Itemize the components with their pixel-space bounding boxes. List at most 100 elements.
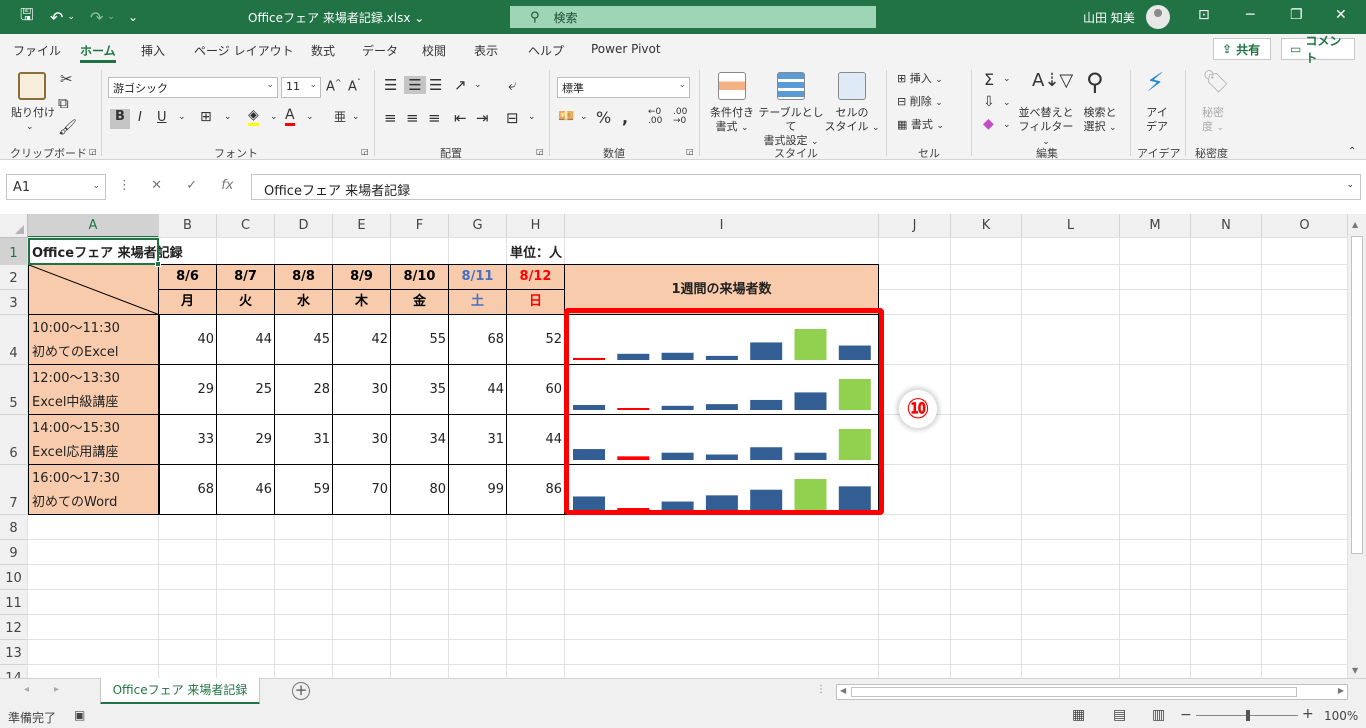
collapse-ribbon-icon[interactable]: ⌃ bbox=[1348, 146, 1356, 157]
macro-record-icon[interactable]: ▣ bbox=[74, 708, 85, 722]
normal-view-icon[interactable]: ▦ bbox=[1072, 707, 1085, 723]
expand-formula-icon[interactable]: ⌄ bbox=[1346, 180, 1354, 190]
search-box[interactable]: ⚲ 検索 bbox=[510, 6, 876, 28]
date-header[interactable]: 8/9 bbox=[332, 264, 391, 290]
tab-formulas[interactable]: 数式 bbox=[311, 42, 335, 59]
align-top-icon[interactable]: ☰ bbox=[384, 76, 397, 94]
row-header-14[interactable]: 14 bbox=[0, 665, 28, 678]
align-left-icon[interactable]: ≡ bbox=[384, 109, 397, 127]
shrink-font-icon[interactable]: Aˇ bbox=[348, 78, 361, 94]
data-cell[interactable]: 60 bbox=[506, 364, 565, 415]
delete-cells-button[interactable]: ⊟ 削除 ⌄ bbox=[897, 95, 943, 110]
row-header-9[interactable]: 9 bbox=[0, 540, 28, 565]
enter-icon[interactable]: ✓ bbox=[186, 178, 197, 193]
zoom-level[interactable]: 100% bbox=[1324, 709, 1358, 723]
horizontal-scrollbar[interactable]: ◀ ▶ bbox=[836, 684, 1348, 700]
insert-cells-button[interactable]: ⊞ 挿入 ⌄ bbox=[897, 72, 943, 87]
merge-center-icon[interactable]: ⊟ bbox=[506, 109, 519, 127]
sort-filter-icon[interactable]: A⇣▽ bbox=[1032, 70, 1073, 91]
data-cell[interactable]: 34 bbox=[390, 414, 449, 465]
name-box[interactable]: A1 ⌄ bbox=[6, 174, 106, 200]
formula-input[interactable]: Officeフェア 来場者記録 ⌄ bbox=[251, 174, 1361, 200]
row-header-11[interactable]: 11 bbox=[0, 590, 28, 615]
zoom-out-icon[interactable]: − bbox=[1180, 707, 1192, 723]
weekday-header[interactable]: 水 bbox=[274, 289, 333, 315]
data-cell[interactable]: 46 bbox=[216, 464, 275, 515]
data-cell[interactable]: 28 bbox=[274, 364, 333, 415]
cell-styles-button[interactable]: セルの スタイル ⌄ bbox=[824, 106, 880, 135]
data-cell[interactable]: 59 bbox=[274, 464, 333, 515]
align-right-icon[interactable]: ≡ bbox=[428, 109, 441, 127]
data-cell[interactable]: 30 bbox=[332, 364, 391, 415]
format-as-table-icon[interactable] bbox=[777, 72, 805, 100]
data-cell[interactable]: 55 bbox=[390, 314, 449, 365]
date-header[interactable]: 8/7 bbox=[216, 264, 275, 290]
column-header-h[interactable]: H bbox=[507, 214, 565, 238]
increase-decimal-icon[interactable]: ←0.00 bbox=[648, 108, 662, 126]
insert-function-icon[interactable]: fx bbox=[221, 178, 233, 193]
cancel-icon[interactable]: ✕ bbox=[151, 178, 162, 193]
row-header-4[interactable]: 4 bbox=[0, 315, 28, 365]
tab-power-pivot[interactable]: Power Pivot bbox=[591, 42, 661, 56]
date-header[interactable]: 8/6 bbox=[158, 264, 217, 290]
dialog-launcher-icon[interactable]: ◲ bbox=[89, 147, 97, 156]
share-button[interactable]: ⇪ 共有 bbox=[1213, 38, 1271, 60]
clear-icon[interactable]: ◆ bbox=[983, 116, 994, 132]
clear-dropdown-icon[interactable]: ⌄ bbox=[1003, 120, 1011, 130]
column-header-o[interactable]: O bbox=[1262, 214, 1348, 238]
column-header-f[interactable]: F bbox=[391, 214, 449, 238]
cell-styles-icon[interactable] bbox=[838, 72, 866, 100]
format-painter-icon[interactable]: 🖌 bbox=[58, 118, 77, 136]
redo-icon[interactable]: ↷ ⌄ bbox=[90, 0, 115, 34]
comment-button[interactable]: ▭ コメント bbox=[1281, 34, 1355, 65]
undo-icon[interactable]: ↶ ⌄ bbox=[50, 0, 75, 34]
borders-icon[interactable]: ⊞ bbox=[200, 109, 212, 125]
dialog-launcher-icon[interactable]: ◲ bbox=[686, 147, 694, 156]
format-cells-button[interactable]: ▦ 書式 ⌄ bbox=[897, 118, 944, 133]
date-header[interactable]: 8/8 bbox=[274, 264, 333, 290]
column-header-m[interactable]: M bbox=[1120, 214, 1191, 238]
data-cell[interactable]: 35 bbox=[390, 364, 449, 415]
scroll-right-icon[interactable]: ▶ bbox=[1338, 686, 1344, 695]
row-header-5[interactable]: 5 bbox=[0, 365, 28, 415]
font-color-dropdown-icon[interactable]: ⌄ bbox=[306, 112, 314, 122]
column-header-j[interactable]: J bbox=[879, 214, 951, 238]
diagonal-header-cell[interactable] bbox=[28, 264, 160, 315]
document-title[interactable]: Officeフェア 来場者記録.xlsx ⌄ bbox=[248, 9, 424, 26]
column-header-c[interactable]: C bbox=[217, 214, 275, 238]
dialog-launcher-icon[interactable]: ◲ bbox=[536, 147, 544, 156]
column-header-n[interactable]: N bbox=[1191, 214, 1262, 238]
data-cell[interactable]: 30 bbox=[332, 414, 391, 465]
date-header[interactable]: 8/10 bbox=[390, 264, 449, 290]
row-header-10[interactable]: 10 bbox=[0, 565, 28, 590]
align-bottom-icon[interactable]: ☰ bbox=[429, 76, 442, 94]
align-center-icon[interactable]: ≡ bbox=[406, 109, 419, 127]
orientation-dropdown-icon[interactable]: ⌄ bbox=[474, 80, 482, 90]
session-label-cell[interactable]: 12:00～13:30 Excel中級講座 bbox=[28, 364, 160, 415]
fill-dropdown-icon[interactable]: ⌄ bbox=[1003, 98, 1011, 108]
data-cell[interactable]: 44 bbox=[216, 314, 275, 365]
weekday-header[interactable]: 月 bbox=[158, 289, 217, 315]
row-header-3[interactable]: 3 bbox=[0, 290, 28, 315]
data-cell[interactable]: 31 bbox=[274, 414, 333, 465]
tab-insert[interactable]: 挿入 bbox=[141, 42, 165, 59]
weekday-header[interactable]: 木 bbox=[332, 289, 391, 315]
data-cell[interactable]: 86 bbox=[506, 464, 565, 515]
fill-color-icon[interactable]: ◈ bbox=[248, 108, 259, 126]
find-select-icon[interactable]: ⚲ bbox=[1086, 68, 1104, 96]
save-icon[interactable]: 🖫 bbox=[20, 0, 34, 34]
scroll-up-icon[interactable]: ▲ bbox=[1352, 220, 1358, 229]
weekday-header[interactable]: 金 bbox=[390, 289, 449, 315]
row-header-1[interactable]: 1 bbox=[0, 238, 28, 265]
date-header[interactable]: 8/12 bbox=[506, 264, 565, 290]
tab-page-layout[interactable]: ページ レイアウト bbox=[194, 42, 294, 59]
percent-style-icon[interactable]: % bbox=[596, 108, 611, 127]
row-header-12[interactable]: 12 bbox=[0, 615, 28, 640]
avatar[interactable] bbox=[1146, 5, 1170, 29]
data-cell[interactable]: 33 bbox=[158, 414, 217, 465]
ideas-icon[interactable]: ⚡ bbox=[1146, 68, 1164, 98]
cut-icon[interactable]: ✂ bbox=[60, 70, 73, 88]
weekday-header[interactable]: 日 bbox=[506, 289, 565, 315]
accounting-format-icon[interactable]: 💴 bbox=[558, 109, 574, 124]
column-header-a[interactable]: A bbox=[28, 214, 159, 238]
